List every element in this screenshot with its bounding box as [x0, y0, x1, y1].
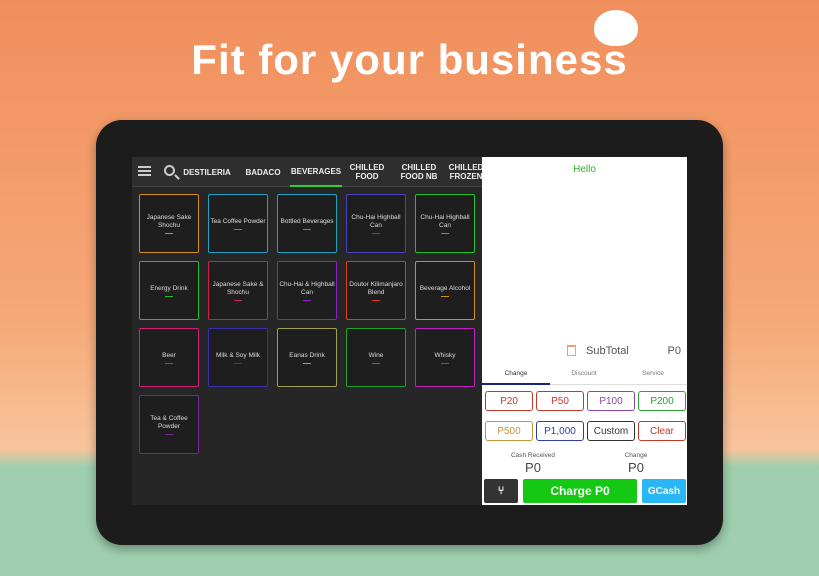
tile-underline	[234, 362, 242, 364]
category-tile[interactable]: Beverage Alcohol	[415, 261, 475, 320]
tile-underline	[165, 232, 173, 234]
tab-discount[interactable]: Discount	[550, 370, 618, 377]
category-tile[interactable]: Chu-Hai & Highball Can	[277, 261, 337, 320]
tab-chilled-food-nb[interactable]: CHILLED FOOD NB	[398, 157, 440, 187]
split-icon: ⑂	[497, 485, 505, 497]
category-tile[interactable]: Tea Coffee Powder	[208, 194, 268, 253]
hamburger-icon[interactable]	[138, 166, 151, 176]
category-tile[interactable]: Energy Drink	[139, 261, 199, 320]
category-tile[interactable]: Eanas Drink	[277, 328, 337, 387]
trash-icon[interactable]	[567, 345, 576, 356]
gcash-button[interactable]: GCash	[642, 479, 686, 503]
tile-underline	[165, 295, 173, 297]
change-label: Change	[624, 452, 648, 459]
tile-label: Japanese Sake & Shochu	[212, 280, 264, 296]
tile-underline	[303, 299, 311, 301]
category-tile[interactable]: Japanese Sake & Shochu	[208, 261, 268, 320]
tab-chilled-frozen[interactable]: CHILLED FROZEN	[449, 157, 484, 187]
tile-label: Beer	[162, 351, 176, 359]
charge-button[interactable]: Charge P0	[523, 479, 637, 503]
tab-beverages[interactable]: BEVERAGES	[290, 157, 342, 187]
category-tile[interactable]: Chu-Hai Highball Can	[346, 194, 406, 253]
tile-label: Tea & Coffee Powder	[150, 414, 188, 430]
tile-underline	[441, 232, 449, 234]
greeting: Hello	[573, 164, 596, 175]
headline: Fit for your business	[191, 36, 628, 83]
tile-label: Whisky	[434, 351, 456, 359]
tile-underline	[372, 299, 380, 301]
tile-underline	[372, 362, 380, 364]
tile-underline	[234, 228, 242, 230]
tile-label: Milk & Soy Milk	[215, 351, 261, 359]
subtotal-label: SubTotal	[586, 345, 629, 357]
tab-destileria[interactable]: DESTILERIA	[182, 157, 232, 187]
category-tile[interactable]: Tea & Coffee Powder	[139, 395, 199, 454]
category-bar: DESTILERIA BADACO BEVERAGES CHILLED FOOD CHI…	[132, 157, 484, 187]
tile-label: Bottled Beverages	[280, 217, 334, 225]
tile-underline	[165, 433, 173, 435]
category-tile[interactable]: Beer	[139, 328, 199, 387]
tile-label: Chu-Hai Highball Can	[351, 213, 401, 229]
cash-received-label: Cash Received	[510, 452, 556, 459]
search-icon[interactable]	[164, 165, 175, 176]
category-tile[interactable]: Whisky	[415, 328, 475, 387]
tile-underline	[372, 232, 380, 234]
amount-button-p1000[interactable]: P1,000	[536, 421, 584, 441]
payment-tabs: Change Discount Service	[482, 365, 687, 385]
tile-underline	[303, 362, 311, 364]
cash-received-value: P0	[525, 460, 541, 475]
category-tile[interactable]: Japanese Sake Shochu	[139, 194, 199, 253]
amount-button-p20[interactable]: P20	[485, 391, 533, 411]
tab-badaco[interactable]: BADACO	[244, 157, 282, 187]
tile-label: Wine	[368, 351, 384, 359]
order-panel: Hello SubTotal P0 Change Discount Servic…	[482, 157, 687, 505]
tile-underline	[234, 299, 242, 301]
tab-service[interactable]: Service	[619, 370, 687, 377]
category-tile[interactable]: Bottled Beverages	[277, 194, 337, 253]
amount-button-custom[interactable]: Custom	[587, 421, 635, 441]
tile-label: Energy Drink	[150, 284, 188, 292]
tile-underline	[165, 362, 173, 364]
amount-button-p500[interactable]: P500	[485, 421, 533, 441]
tile-label: Japanese Sake Shochu	[146, 213, 192, 229]
tile-label: Chu-Hai & Highball Can	[279, 280, 335, 296]
category-tile[interactable]: Chu-Hai Highball Can	[415, 194, 475, 253]
tile-label: Chu-Hai Highball Can	[420, 213, 470, 229]
tile-underline	[303, 228, 311, 230]
change-value: P0	[628, 460, 644, 475]
tile-label: Eanas Drink	[289, 351, 325, 359]
split-button[interactable]: ⑂	[484, 479, 518, 503]
tile-underline	[441, 295, 449, 297]
amount-button-p100[interactable]: P100	[587, 391, 635, 411]
amount-button-clear[interactable]: Clear	[638, 421, 686, 441]
tile-label: Beverage Alcohol	[419, 284, 471, 292]
pos-screen: DESTILERIA BADACO BEVERAGES CHILLED FOOD CHI…	[132, 157, 687, 505]
tile-label: Doutor Kilimanjaro Blend	[349, 280, 403, 296]
tile-label: Tea Coffee Powder	[210, 217, 266, 225]
tab-chilled-food[interactable]: CHILLED FOOD	[346, 157, 388, 187]
tab-change[interactable]: Change	[482, 370, 550, 385]
amount-button-p200[interactable]: P200	[638, 391, 686, 411]
subtotal-value: P0	[667, 345, 681, 357]
amount-button-p50[interactable]: P50	[536, 391, 584, 411]
tile-underline	[441, 362, 449, 364]
category-tile[interactable]: Wine	[346, 328, 406, 387]
category-tile[interactable]: Milk & Soy Milk	[208, 328, 268, 387]
category-tile[interactable]: Doutor Kilimanjaro Blend	[346, 261, 406, 320]
